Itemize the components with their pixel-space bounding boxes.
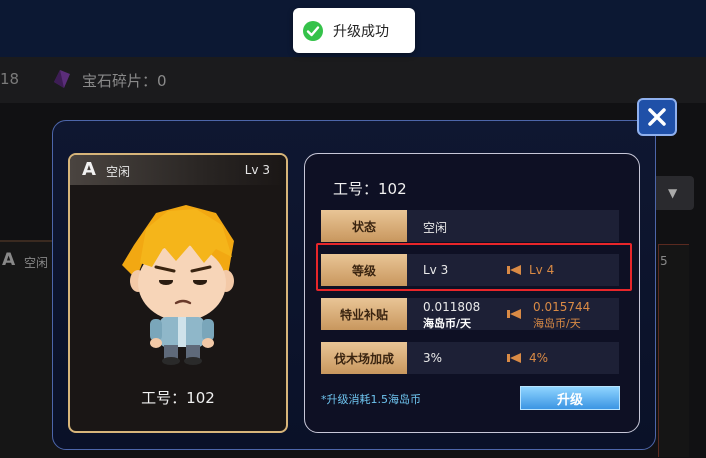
resource-count: 18	[0, 70, 20, 88]
row-subsidy-label: 特业补贴	[321, 298, 407, 330]
worker-grade: A	[82, 159, 96, 180]
background-worker-card	[0, 240, 60, 458]
row-lumber-bonus-label: 伐木场加成	[321, 342, 407, 374]
background-worker-card-right	[658, 244, 689, 457]
info-employee-id: 工号：102	[333, 180, 407, 198]
gem-shard-label: 宝石碎片：0	[82, 72, 167, 90]
worker-avatar	[122, 205, 234, 365]
worker-status: 空闲	[106, 165, 131, 179]
row-lumber-bonus-next: 4%	[529, 351, 549, 365]
row-subsidy-next: 0.015744	[533, 300, 591, 314]
success-toast: 升级成功	[293, 8, 415, 53]
close-button[interactable]	[637, 98, 677, 136]
row-subsidy: 特业补贴 0.011808 海岛币/天 0.015744 海岛币/天	[321, 298, 619, 330]
row-status-label: 状态	[321, 210, 407, 242]
close-icon	[648, 108, 666, 126]
row-subsidy-current: 0.011808	[423, 300, 481, 314]
row-subsidy-current-unit: 海岛币/天	[423, 317, 472, 330]
worker-card-id: 工号：102	[141, 389, 215, 407]
upgrade-button[interactable]: 升级	[520, 386, 620, 410]
check-circle-icon	[303, 20, 323, 41]
row-lumber-bonus: 伐木场加成 3% 4%	[321, 342, 619, 374]
toast-message: 升级成功	[333, 23, 389, 40]
row-status-value: 空闲	[423, 221, 448, 235]
worker-card: A 空闲 Lv 3 工号：102	[68, 153, 288, 433]
chevron-down-icon: ▼	[668, 186, 678, 200]
row-subsidy-next-unit: 海岛币/天	[533, 317, 581, 330]
row-status: 状态 空闲	[321, 210, 619, 242]
level-row-highlight	[316, 243, 632, 291]
arrow-right-icon	[507, 309, 521, 319]
background-grade: A	[2, 250, 16, 270]
upgrade-cost-note: *升级消耗1.5海岛币	[321, 393, 421, 406]
row-lumber-bonus-current: 3%	[423, 351, 443, 365]
gem-shard-icon	[54, 70, 70, 88]
background-status: 空闲	[24, 256, 49, 270]
background-digit: 5	[660, 254, 668, 268]
worker-level: Lv 3	[244, 163, 270, 177]
arrow-right-icon	[507, 353, 521, 363]
